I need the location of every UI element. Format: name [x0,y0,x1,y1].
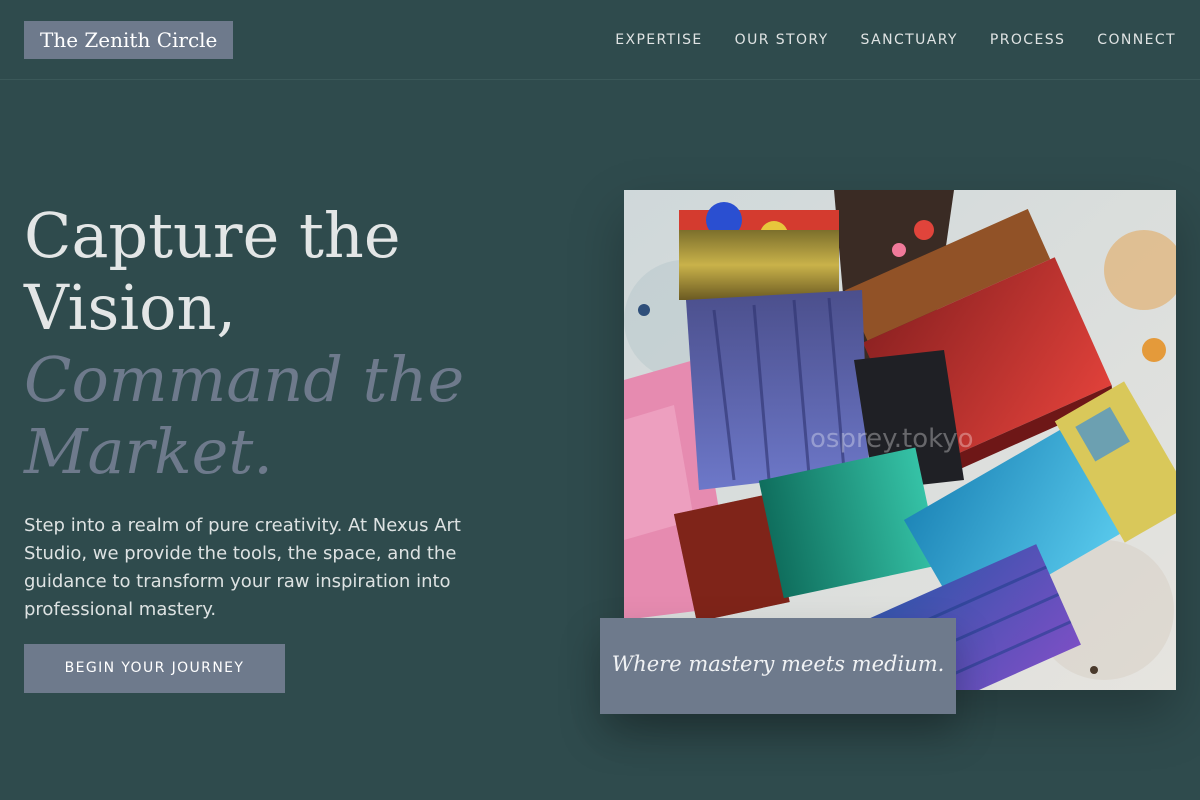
image-caption: Where mastery meets medium. [611,652,945,676]
headline-line-1: Capture the [24,199,401,272]
nav-item-connect[interactable]: CONNECT [1097,30,1176,50]
hero-headline: Capture the Vision, Command the Market. [24,200,584,488]
image-caption-box: Where mastery meets medium. [600,618,956,714]
image-watermark: osprey.tokyo [810,424,974,454]
site-header: The Zenith Circle EXPERTISE OUR STORY SA… [0,0,1200,80]
begin-journey-button[interactable]: BEGIN YOUR JOURNEY [24,644,285,693]
nav-item-our-story[interactable]: OUR STORY [735,30,829,50]
site-logo[interactable]: The Zenith Circle [24,21,234,59]
paintbrushes-image: osprey.tokyo [624,190,1176,690]
main-nav: EXPERTISE OUR STORY SANCTUARY PROCESS CO… [615,30,1176,50]
headline-line-4: Market. [24,415,273,488]
nav-item-sanctuary[interactable]: SANCTUARY [861,30,958,50]
headline-line-3: Command the [24,343,465,416]
headline-line-2: Vision, [24,271,237,344]
nav-item-expertise[interactable]: EXPERTISE [615,30,702,50]
nav-item-process[interactable]: PROCESS [990,30,1065,50]
hero-description: Step into a realm of pure creativity. At… [24,515,461,620]
